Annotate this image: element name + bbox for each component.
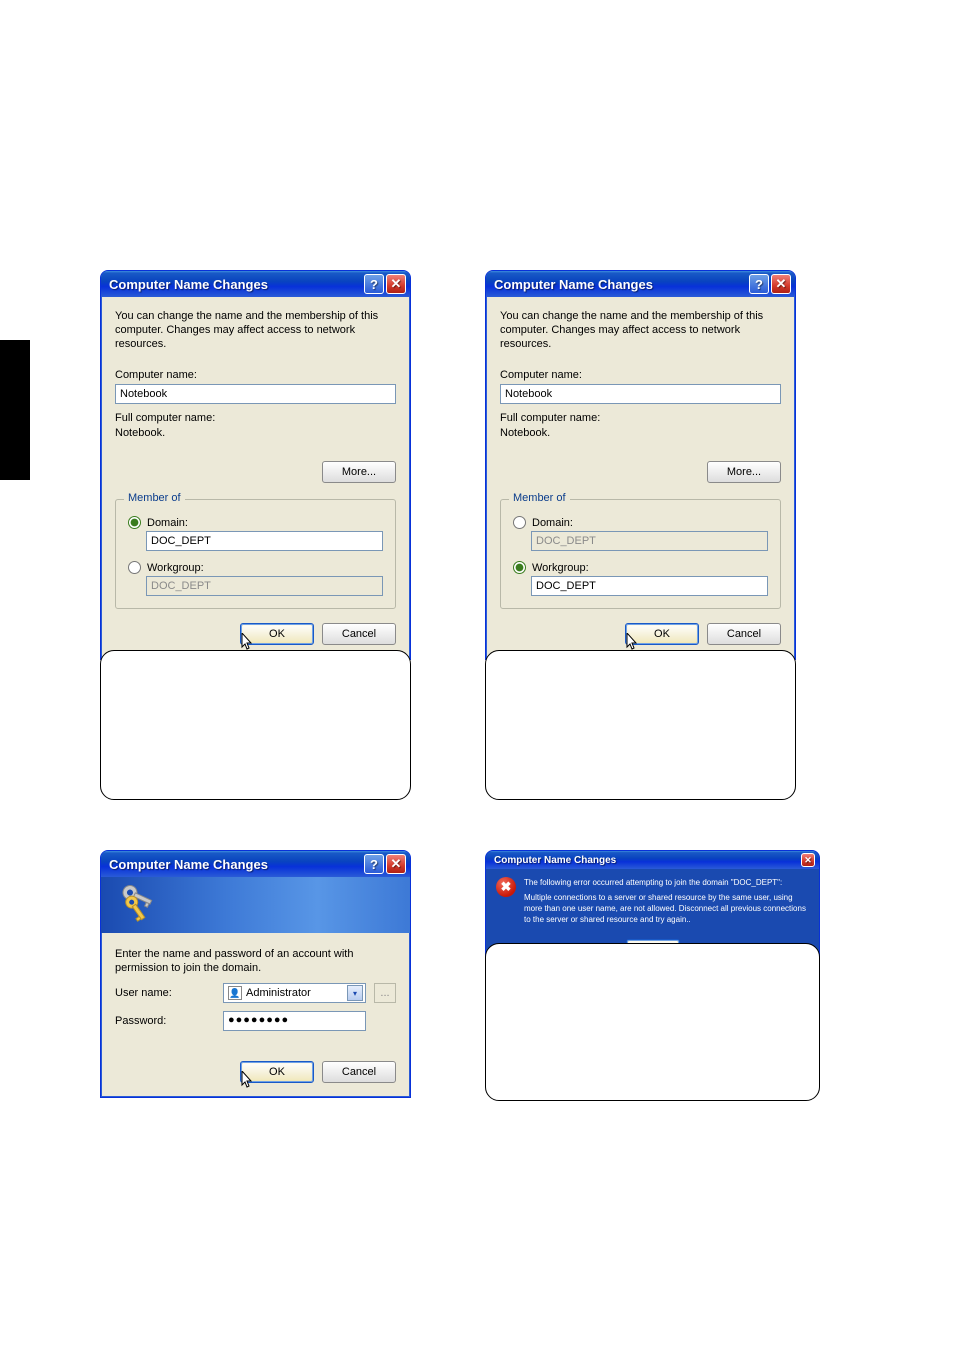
close-button[interactable]: ✕ (801, 853, 815, 867)
more-button[interactable]: More... (322, 461, 396, 483)
computer-name-input[interactable] (115, 384, 396, 404)
cancel-button[interactable]: Cancel (322, 623, 396, 645)
member-of-legend: Member of (124, 492, 185, 504)
titlebar[interactable]: Computer Name Changes ? ✕ (101, 271, 410, 297)
error-line-1: The following error occurred attempting … (524, 877, 809, 888)
workgroup-input[interactable] (531, 576, 768, 596)
titlebar[interactable]: Computer Name Changes ? ✕ (486, 271, 795, 297)
workgroup-input (146, 576, 383, 596)
close-button[interactable]: ✕ (386, 274, 406, 294)
computer-name-input[interactable] (500, 384, 781, 404)
domain-radio[interactable] (513, 516, 526, 529)
cursor-icon (241, 633, 255, 651)
domain-radio[interactable] (128, 516, 141, 529)
close-icon: ✕ (391, 276, 402, 292)
help-icon: ? (755, 277, 763, 292)
close-icon: ✕ (776, 276, 787, 292)
cancel-button[interactable]: Cancel (322, 1061, 396, 1083)
member-of-fieldset: Member of Domain: Workgroup: (115, 499, 396, 609)
chevron-down-icon[interactable]: ▾ (347, 985, 363, 1001)
workgroup-label[interactable]: Workgroup: (532, 562, 589, 574)
help-icon: ? (370, 277, 378, 292)
cancel-button[interactable]: Cancel (707, 623, 781, 645)
workgroup-radio[interactable] (128, 561, 141, 574)
titlebar[interactable]: Computer Name Changes ? ✕ (101, 851, 410, 877)
domain-input[interactable] (146, 531, 383, 551)
help-icon: ? (370, 857, 378, 872)
member-of-legend: Member of (509, 492, 570, 504)
help-button[interactable]: ? (364, 274, 384, 294)
page-margin-tab (0, 340, 30, 480)
keys-icon (111, 883, 155, 927)
dialog-title: Computer Name Changes (494, 855, 799, 866)
dialog-computer-name-changes-workgroup: Computer Name Changes ? ✕ You can change… (485, 270, 796, 660)
close-icon: ✕ (804, 855, 812, 866)
annotation-box (485, 943, 820, 1101)
help-button[interactable]: ? (749, 274, 769, 294)
dialog-computer-name-changes-domain: Computer Name Changes ? ✕ You can change… (100, 270, 411, 660)
member-of-fieldset: Member of Domain: Workgroup: (500, 499, 781, 609)
error-line-2: Multiple connections to a server or shar… (524, 892, 809, 925)
username-label: User name: (115, 987, 215, 999)
dialog-title: Computer Name Changes (109, 277, 362, 292)
workgroup-label[interactable]: Workgroup: (147, 562, 204, 574)
username-combo[interactable]: 👤 Administrator ▾ (223, 983, 366, 1003)
error-icon: ✖ (496, 877, 516, 897)
full-name-label: Full computer name: (500, 412, 781, 424)
domain-label[interactable]: Domain: (532, 517, 573, 529)
close-button[interactable]: ✕ (386, 854, 406, 874)
password-label: Password: (115, 1015, 215, 1027)
more-button[interactable]: More... (707, 461, 781, 483)
cursor-icon (241, 1071, 255, 1089)
credentials-banner (101, 877, 410, 933)
credentials-intro: Enter the name and password of an accoun… (115, 947, 396, 975)
annotation-box (100, 650, 411, 800)
annotation-box (485, 650, 796, 800)
intro-text: You can change the name and the membersh… (500, 309, 781, 351)
close-icon: ✕ (391, 856, 402, 872)
cursor-icon (626, 633, 640, 651)
password-mask: ●●●●●●●● (228, 1014, 289, 1026)
dialog-title: Computer Name Changes (494, 277, 747, 292)
close-button[interactable]: ✕ (771, 274, 791, 294)
browse-button[interactable]: ... (374, 983, 396, 1003)
dialog-title: Computer Name Changes (109, 857, 362, 872)
help-button[interactable]: ? (364, 854, 384, 874)
full-name-value: Notebook. (115, 427, 396, 439)
password-input[interactable]: ●●●●●●●● (223, 1011, 366, 1031)
titlebar[interactable]: Computer Name Changes ✕ (486, 851, 819, 869)
domain-input (531, 531, 768, 551)
computer-name-label: Computer name: (115, 369, 396, 381)
workgroup-radio[interactable] (513, 561, 526, 574)
user-icon: 👤 (228, 986, 242, 1000)
full-name-value: Notebook. (500, 427, 781, 439)
dialog-credentials: Computer Name Changes ? ✕ Enter the name… (100, 850, 411, 1098)
username-value: Administrator (246, 987, 311, 999)
computer-name-label: Computer name: (500, 369, 781, 381)
intro-text: You can change the name and the membersh… (115, 309, 396, 351)
full-name-label: Full computer name: (115, 412, 396, 424)
domain-label[interactable]: Domain: (147, 517, 188, 529)
